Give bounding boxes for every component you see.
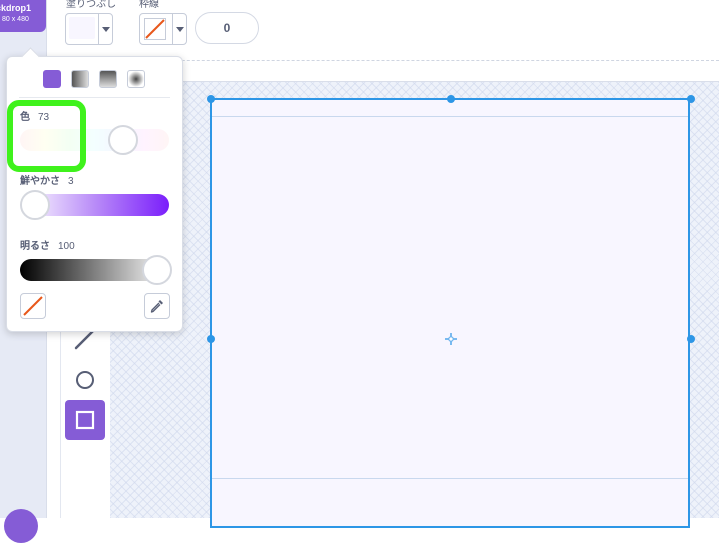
transparent-color-button[interactable]: [20, 293, 46, 319]
no-color-swatch: [144, 18, 166, 40]
resize-handle[interactable]: [207, 335, 215, 343]
saturation-row: 鮮やかさ 3: [20, 172, 74, 187]
outline-label: 枠線: [139, 0, 159, 10]
fill-color-dropdown[interactable]: [65, 13, 113, 45]
outline-width-input[interactable]: 0: [195, 12, 259, 44]
saturation-slider-handle[interactable]: [20, 190, 50, 220]
guide-line: [212, 116, 688, 117]
eyedropper-button[interactable]: [144, 293, 170, 319]
move-center-icon[interactable]: [444, 332, 458, 346]
backdrop-size: 80 x 480: [2, 16, 29, 23]
resize-handle[interactable]: [447, 95, 455, 103]
resize-handle[interactable]: [687, 335, 695, 343]
circle-tool[interactable]: [65, 360, 105, 400]
chevron-down-icon: [102, 27, 110, 32]
vertical-gradient-icon[interactable]: [99, 70, 117, 88]
no-color-icon: [23, 296, 43, 316]
horizontal-gradient-icon[interactable]: [71, 70, 89, 88]
radial-gradient-icon[interactable]: [127, 70, 145, 88]
fill-label: 塗りつぶし: [66, 0, 117, 10]
rectangle-icon: [75, 410, 95, 430]
backdrop-name: ckdrop1: [0, 3, 32, 13]
backdrop-tile[interactable]: ckdrop1 80 x 480: [0, 0, 46, 32]
resize-handle[interactable]: [687, 95, 695, 103]
mode-divider: [19, 97, 170, 98]
resize-handle[interactable]: [207, 95, 215, 103]
eyedropper-icon: [150, 300, 163, 313]
brightness-row: 明るさ 100: [20, 237, 75, 252]
color-picker-popover: 色 73 鮮やかさ 3 明るさ 100: [6, 56, 183, 332]
choose-backdrop-button[interactable]: [4, 509, 38, 543]
solid-fill-icon[interactable]: [43, 70, 61, 88]
outline-color-dropdown[interactable]: [139, 13, 187, 45]
brightness-slider-handle[interactable]: [142, 255, 172, 285]
saturation-value: 3: [68, 176, 74, 187]
hue-slider-handle[interactable]: [108, 125, 138, 155]
saturation-label: 鮮やかさ: [20, 176, 60, 187]
brightness-label: 明るさ: [20, 241, 50, 252]
guide-line: [212, 478, 688, 479]
fill-color-swatch: [69, 17, 95, 39]
saturation-highlight-box: [7, 100, 86, 172]
circle-icon: [76, 371, 94, 389]
selected-rectangle[interactable]: [210, 98, 690, 528]
brightness-value: 100: [58, 241, 75, 252]
rectangle-tool[interactable]: [65, 400, 105, 440]
chevron-down-icon: [176, 27, 184, 32]
